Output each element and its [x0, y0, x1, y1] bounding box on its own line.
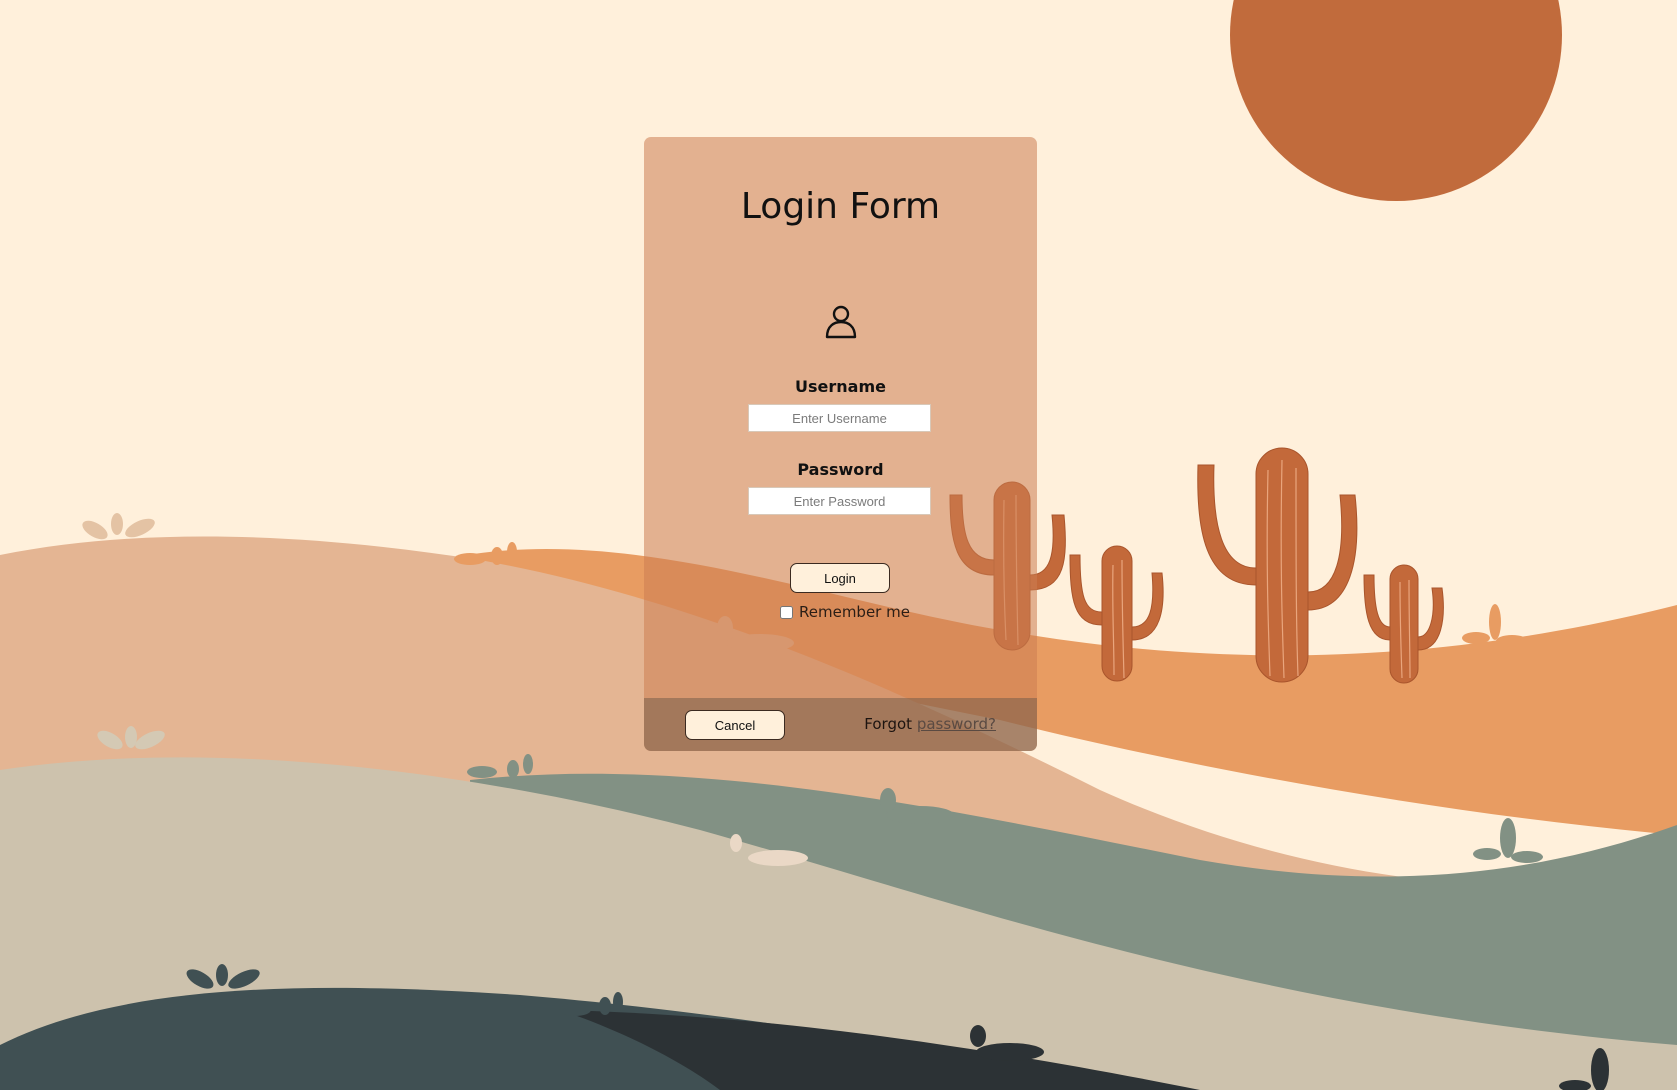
forgot-password: Forgot password? [864, 715, 996, 733]
page-title: Login Form [740, 186, 941, 227]
forgot-password-link[interactable]: password? [917, 715, 996, 733]
password-label: Password [797, 460, 884, 479]
cancel-button[interactable]: Cancel [685, 710, 785, 740]
forgot-prefix: Forgot [864, 715, 913, 733]
password-input[interactable] [748, 487, 931, 515]
sun [1230, 0, 1562, 201]
shrub-right [1462, 604, 1528, 647]
username-label: Username [795, 377, 886, 396]
user-icon [825, 305, 857, 339]
card-footer: Cancel Forgot password? [644, 698, 1037, 751]
remember-me-label: Remember me [799, 603, 910, 621]
remember-me-checkbox[interactable] [780, 605, 793, 619]
remember-me[interactable]: Remember me [780, 603, 910, 621]
desert-background: Login Form Username Password Login Remem… [0, 0, 1677, 1090]
username-input[interactable] [748, 404, 931, 432]
login-card: Login Form Username Password Login Remem… [644, 137, 1037, 751]
login-button[interactable]: Login [790, 563, 890, 593]
